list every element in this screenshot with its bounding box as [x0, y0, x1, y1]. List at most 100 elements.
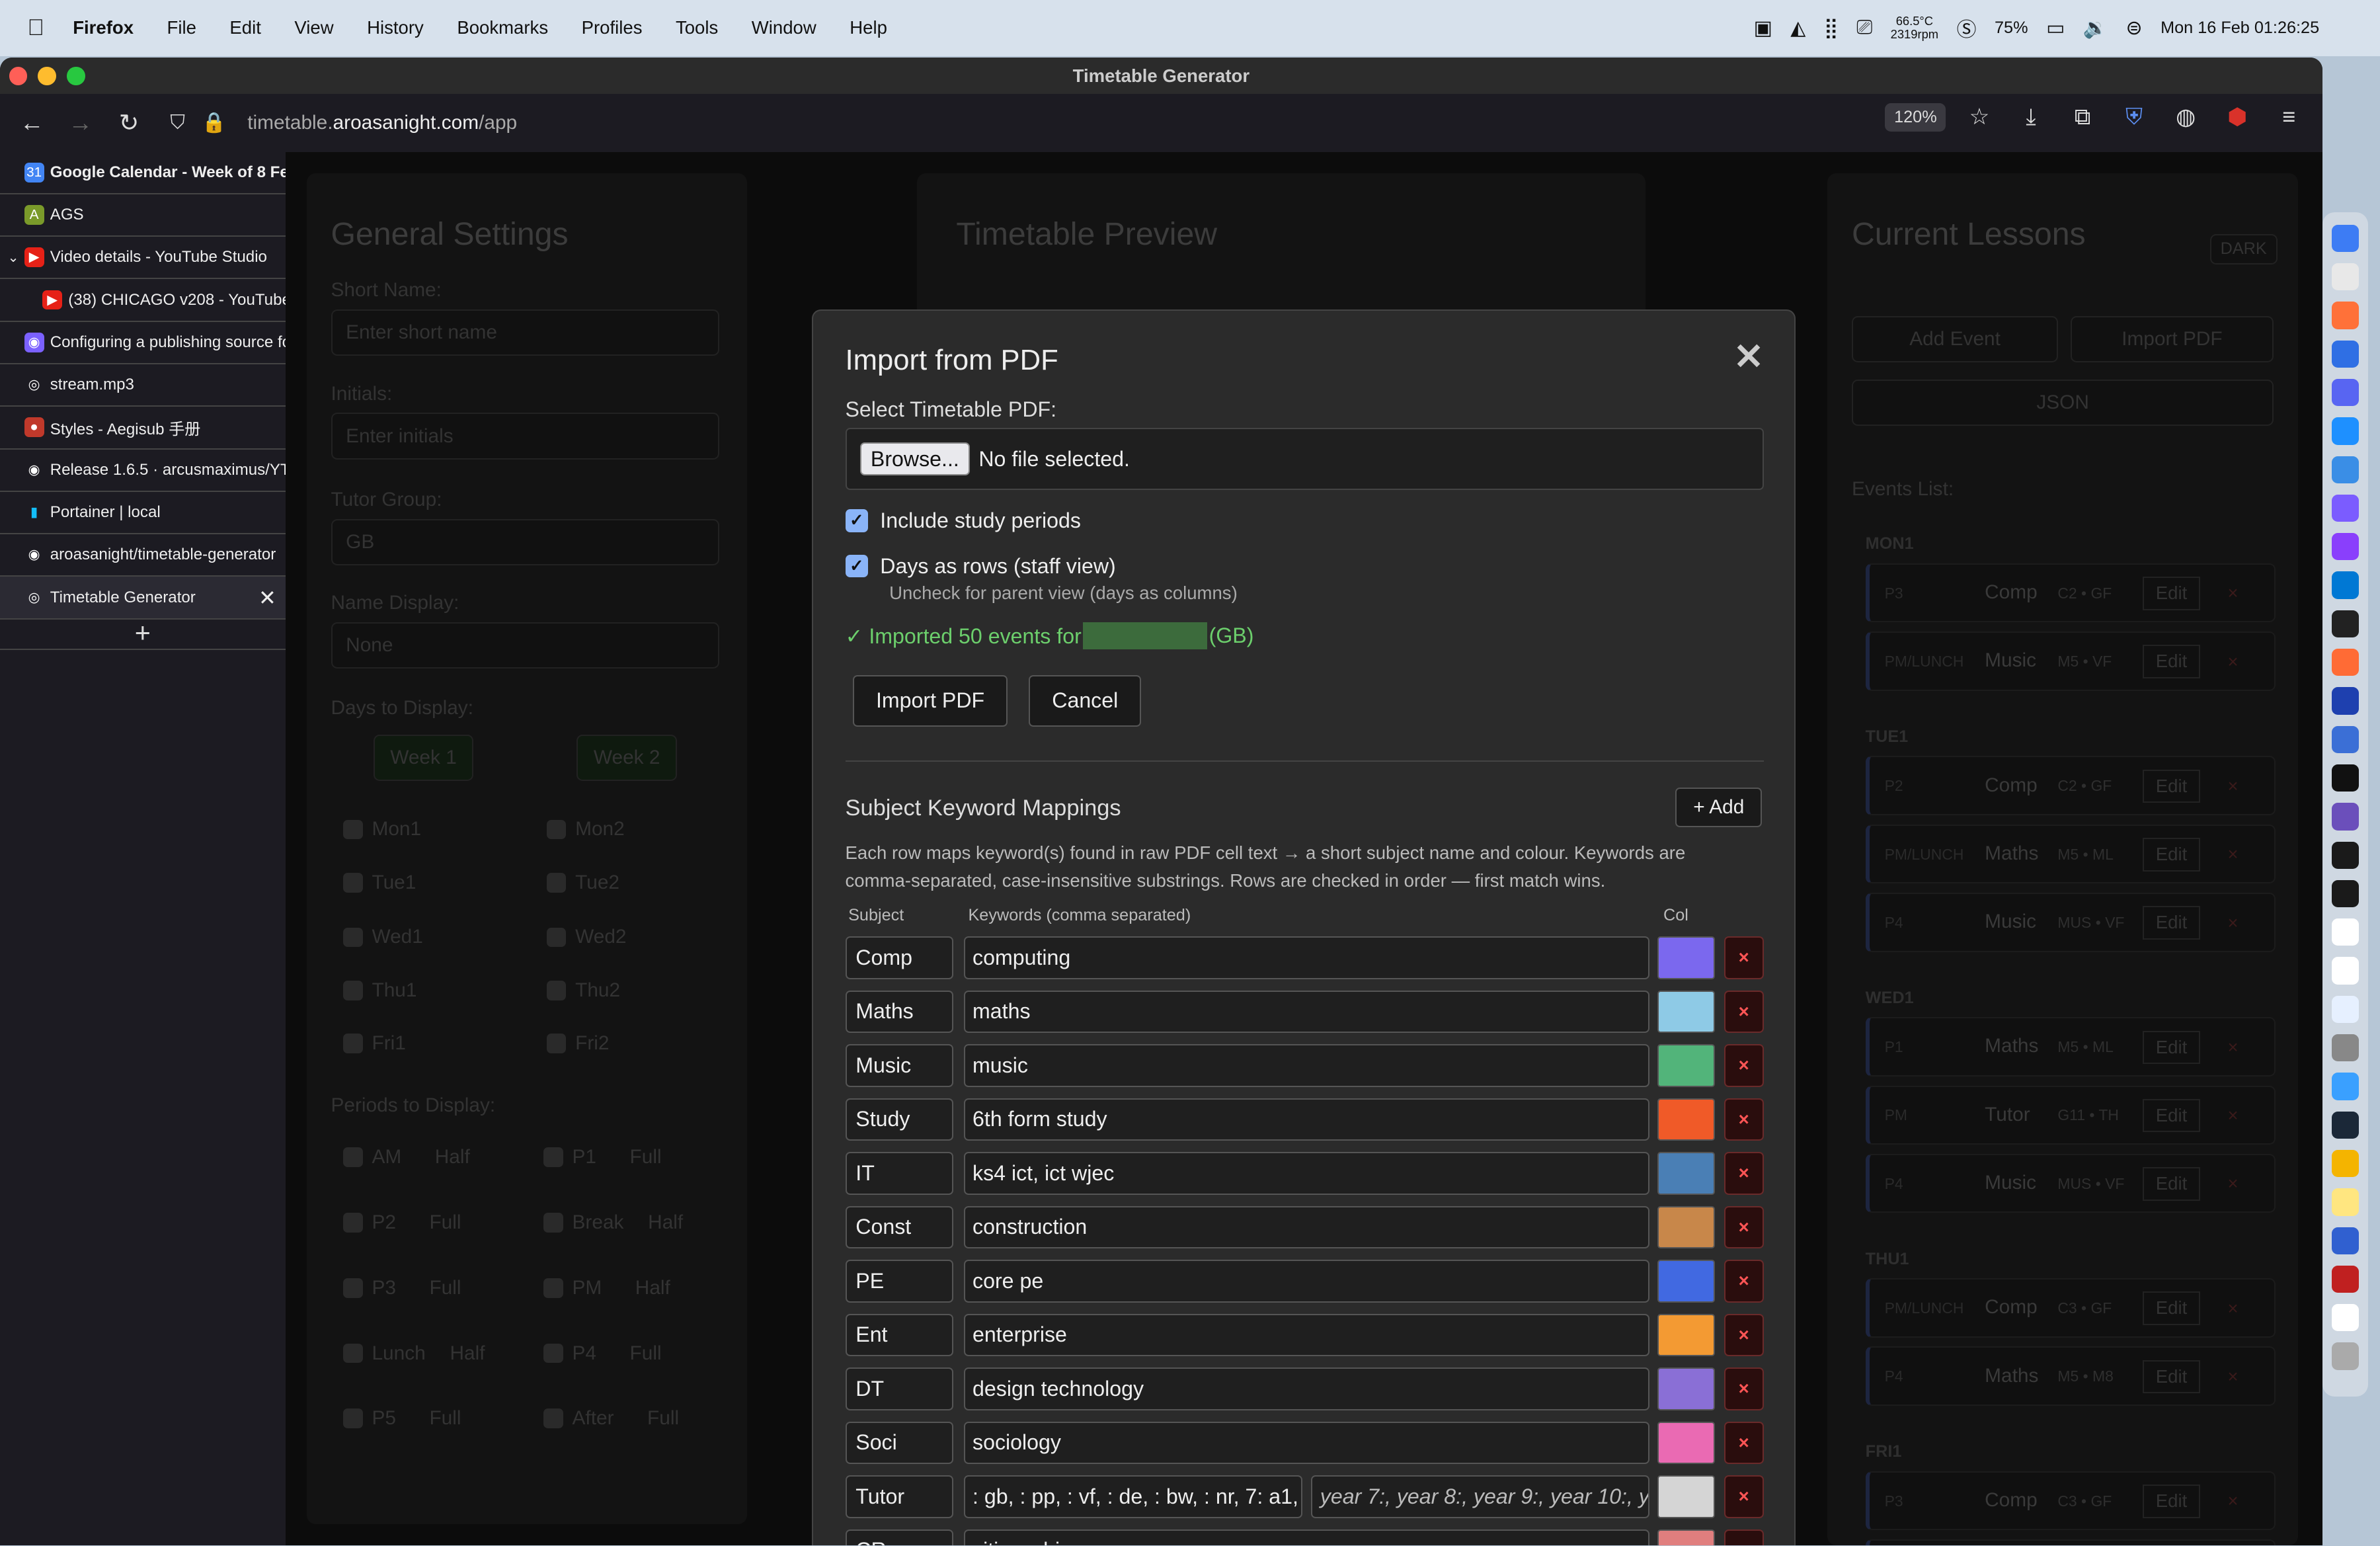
subject-input[interactable]: IT: [845, 1152, 953, 1195]
pdf-file-input[interactable]: Browse... No file selected.: [845, 428, 1764, 491]
tab-aegisub-styles[interactable]: ● Styles - Aegisub 手册: [0, 407, 286, 450]
app-icon[interactable]: [2331, 1149, 2359, 1178]
close-icon[interactable]: ✕: [1733, 335, 1764, 378]
add-event-button[interactable]: Add Event: [1851, 315, 2059, 362]
colour-swatch[interactable]: [1657, 1098, 1716, 1141]
menu-window[interactable]: Window: [752, 17, 816, 38]
delete-event-button[interactable]: ×: [2227, 1173, 2238, 1194]
name-display-select[interactable]: None: [331, 622, 720, 669]
import-pdf-bg-button[interactable]: Import PDF: [2070, 315, 2274, 362]
obs-icon[interactable]: [2331, 803, 2359, 831]
delete-row-button[interactable]: ×: [1724, 1313, 1764, 1357]
edit-event-button[interactable]: Edit: [2142, 906, 2201, 940]
bookmark-star-icon[interactable]: ☆: [1961, 104, 1997, 130]
delete-event-button[interactable]: ×: [2227, 1105, 2238, 1126]
menu-app-name[interactable]: Firefox: [73, 17, 134, 38]
keywords-input[interactable]: construction: [963, 1205, 1650, 1249]
colour-swatch[interactable]: [1657, 1205, 1716, 1249]
day-checkbox-thu1[interactable]: Thu1: [342, 979, 416, 1002]
reload-icon[interactable]: ↻: [104, 108, 153, 137]
subject-input[interactable]: Music: [845, 1044, 953, 1087]
control-center-icon[interactable]: ⊜: [2126, 17, 2143, 40]
include-study-checkbox[interactable]: ✓ Include study periods: [845, 509, 1081, 533]
tab-google-calendar[interactable]: 31Google Calendar - Week of 8 February: [0, 152, 286, 194]
week1-button[interactable]: Week 1: [373, 735, 474, 782]
subject-input[interactable]: Ent: [845, 1313, 953, 1357]
day-checkbox-wed1[interactable]: Wed1: [342, 926, 423, 948]
keywords-input[interactable]: citizenship: [963, 1529, 1650, 1546]
cancel-button[interactable]: Cancel: [1029, 675, 1142, 727]
tab-github-docs[interactable]: ◉ Configuring a publishing source for: [0, 322, 286, 364]
keywords-input[interactable]: music: [963, 1044, 1650, 1087]
subject-input[interactable]: Tutor: [845, 1475, 953, 1518]
new-tab-button[interactable]: +: [0, 619, 286, 650]
period-p1[interactable]: P1 Full: [543, 1146, 662, 1168]
checkmark-icon[interactable]: ✓: [845, 554, 868, 578]
period-am[interactable]: AM Half: [342, 1146, 470, 1168]
edit-event-button[interactable]: Edit: [2142, 838, 2201, 872]
terminal-icon[interactable]: [2331, 610, 2359, 638]
colour-swatch[interactable]: [1657, 1152, 1716, 1195]
keywords-input[interactable]: enterprise: [963, 1313, 1650, 1357]
short-name-input[interactable]: Enter short name: [331, 309, 720, 356]
menu-view[interactable]: View: [294, 17, 333, 38]
period-pm[interactable]: PM Half: [543, 1277, 670, 1299]
sublime-icon[interactable]: [2331, 649, 2359, 676]
delete-event-button[interactable]: ×: [2227, 776, 2238, 797]
delete-row-button[interactable]: ×: [1724, 1044, 1764, 1087]
colour-swatch[interactable]: [1657, 1529, 1716, 1546]
app-icon[interactable]: [2331, 725, 2359, 753]
app-icon[interactable]: [2331, 1227, 2359, 1254]
app-icon[interactable]: [2331, 1304, 2359, 1332]
minimize-window-button[interactable]: [38, 67, 56, 85]
close-tab-icon[interactable]: ✕: [258, 585, 276, 610]
tab-github-timetable[interactable]: ◉ aroasanight/timetable-generator: [0, 534, 286, 577]
import-pdf-button[interactable]: Import PDF: [852, 675, 1008, 727]
s-app-icon[interactable]: Ⓢ: [1957, 13, 1977, 42]
delete-event-button[interactable]: ×: [2227, 1037, 2238, 1058]
tab-stream-mp3[interactable]: ◎ stream.mp3: [0, 364, 286, 407]
subject-input[interactable]: DT: [845, 1367, 953, 1410]
app-icon[interactable]: [2331, 918, 2359, 946]
delete-event-button[interactable]: ×: [2227, 1490, 2238, 1512]
colour-swatch[interactable]: [1657, 1421, 1716, 1465]
subject-input[interactable]: PE: [845, 1260, 953, 1303]
clock[interactable]: Mon 16 Feb 01:26:25: [2161, 19, 2319, 38]
tab-timetable-generator[interactable]: ◎ Timetable Generator ✕: [0, 577, 286, 620]
app-icon[interactable]: [2331, 1265, 2359, 1293]
hamburger-menu-icon[interactable]: ≡: [2271, 104, 2307, 130]
edit-event-button[interactable]: Edit: [2142, 1360, 2201, 1394]
edit-event-button[interactable]: Edit: [2142, 1030, 2201, 1065]
notes-icon[interactable]: [2331, 1188, 2359, 1216]
menu-help[interactable]: Help: [850, 17, 887, 38]
delete-row-button[interactable]: ×: [1724, 1098, 1764, 1141]
menu-profiles[interactable]: Profiles: [582, 17, 643, 38]
colour-swatch[interactable]: [1657, 1313, 1716, 1357]
colour-swatch[interactable]: [1657, 1260, 1716, 1303]
keywords-input[interactable]: ks4 ict, ict wjec: [963, 1152, 1650, 1195]
bitwarden-icon[interactable]: [2331, 340, 2359, 368]
delete-event-button[interactable]: ×: [2227, 651, 2238, 672]
day-checkbox-tue2[interactable]: Tue2: [546, 872, 619, 894]
keywords-input[interactable]: design technology: [963, 1367, 1650, 1410]
steam-icon[interactable]: [2331, 1111, 2359, 1139]
day-checkbox-wed2[interactable]: Wed2: [546, 926, 627, 948]
tutor-group-input[interactable]: GB: [331, 519, 720, 566]
subject-input[interactable]: Comp: [845, 936, 953, 979]
keywords-input[interactable]: core pe: [963, 1260, 1650, 1303]
tab-ags[interactable]: A AGS: [0, 194, 286, 237]
add-mapping-button[interactable]: + Add: [1675, 788, 1763, 827]
days-as-rows-checkbox[interactable]: ✓ Days as rows (staff view): [845, 554, 1116, 579]
day-checkbox-fri2[interactable]: Fri2: [546, 1032, 610, 1055]
delete-row-button[interactable]: ×: [1724, 1475, 1764, 1518]
vscode-icon[interactable]: [2331, 571, 2359, 599]
tab-youtube-studio[interactable]: ⌄ ▶ Video details - YouTube Studio: [0, 237, 286, 280]
launchpad-icon[interactable]: [2331, 263, 2359, 291]
keywords-input[interactable]: 6th form study: [963, 1098, 1650, 1141]
activity-monitor-icon[interactable]: [2331, 879, 2359, 908]
edit-event-button[interactable]: Edit: [2142, 769, 2201, 803]
period-p5[interactable]: P5 Full: [342, 1407, 461, 1430]
volume-icon[interactable]: 🔉: [2083, 17, 2108, 40]
forward-icon[interactable]: →: [56, 109, 104, 137]
tab-youtube-chicago[interactable]: ▶ (38) CHICAGO v208 - YouTube: [0, 279, 286, 322]
